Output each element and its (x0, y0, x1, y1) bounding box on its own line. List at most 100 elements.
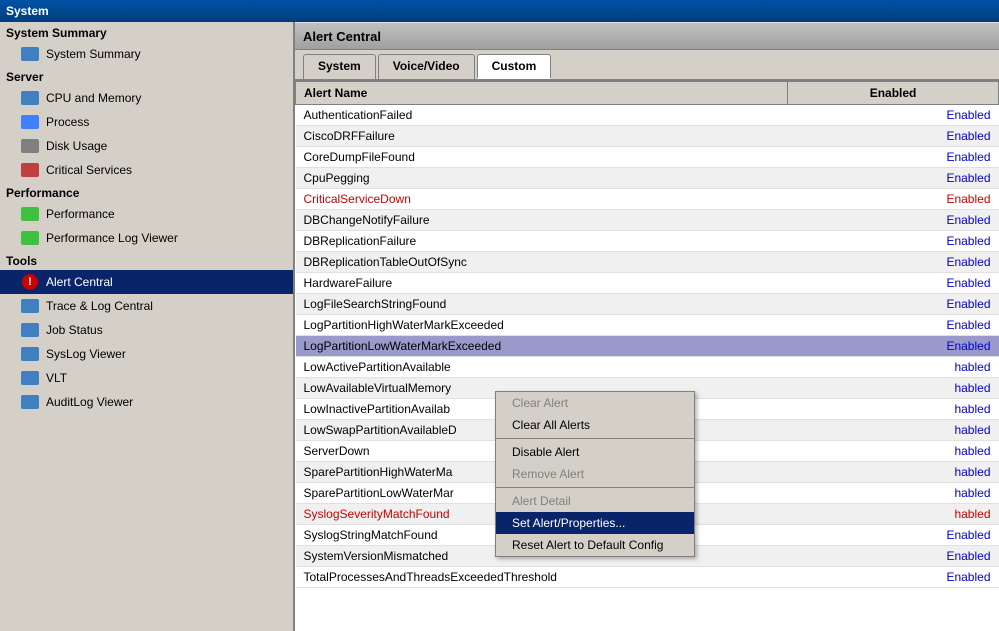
sidebar-item-label-system-summary: System Summary (46, 47, 141, 61)
alert-icon: ! (20, 272, 40, 292)
log-icon (20, 228, 40, 248)
sidebar-item-label-disk-usage: Disk Usage (46, 139, 107, 153)
table-row[interactable]: LogPartitionHighWaterMarkExceededEnabled (296, 315, 999, 336)
sidebar-item-performance-log[interactable]: Performance Log Viewer (0, 226, 293, 250)
alert-name-cell: HardwareFailure (296, 273, 788, 294)
sidebar-item-label-critical-services: Critical Services (46, 163, 132, 177)
sidebar-item-label-syslog-viewer: SysLog Viewer (46, 347, 126, 361)
alert-enabled-cell: Enabled (788, 567, 999, 588)
tab-custom[interactable]: Custom (477, 54, 552, 79)
main-layout: System Summary System Summary Server CPU an… (0, 22, 999, 631)
sidebar-item-process[interactable]: Process (0, 110, 293, 134)
alert-enabled-cell: habled (788, 357, 999, 378)
sidebar-item-auditlog-viewer[interactable]: AuditLog Viewer (0, 390, 293, 414)
table-row[interactable]: TotalProcessesAndThreadsExceededThreshol… (296, 567, 999, 588)
context-menu-item-disable-alert[interactable]: Disable Alert (496, 441, 694, 463)
alert-name-cell: LowActivePartitionAvailable (296, 357, 788, 378)
table-row[interactable]: LogFileSearchStringFoundEnabled (296, 294, 999, 315)
alert-enabled-cell: Enabled (788, 126, 999, 147)
sidebar-item-label-performance: Performance (46, 207, 115, 221)
sidebar-item-cpu-memory[interactable]: CPU and Memory (0, 86, 293, 110)
table-row[interactable]: DBReplicationTableOutOfSyncEnabled (296, 252, 999, 273)
table-row[interactable]: AuthenticationFailedEnabled (296, 105, 999, 126)
sidebar-item-trace-log[interactable]: Trace & Log Central (0, 294, 293, 318)
sidebar-item-label-alert-central: Alert Central (46, 275, 113, 289)
alert-enabled-cell: habled (788, 378, 999, 399)
tab-system[interactable]: System (303, 54, 376, 79)
alert-name-cell: AuthenticationFailed (296, 105, 788, 126)
sidebar-item-syslog-viewer[interactable]: SysLog Viewer (0, 342, 293, 366)
alert-enabled-cell: habled (788, 462, 999, 483)
alert-name-cell: LogFileSearchStringFound (296, 294, 788, 315)
sidebar-item-label-auditlog-viewer: AuditLog Viewer (46, 395, 133, 409)
sidebar: System Summary System Summary Server CPU an… (0, 22, 295, 631)
table-row[interactable]: CpuPeggingEnabled (296, 168, 999, 189)
alert-enabled-cell: Enabled (788, 210, 999, 231)
alert-enabled-cell: Enabled (788, 189, 999, 210)
context-menu-item-alert-detail: Alert Detail (496, 490, 694, 512)
sidebar-item-label-cpu-memory: CPU and Memory (46, 91, 141, 105)
sidebar-item-disk-usage[interactable]: Disk Usage (0, 134, 293, 158)
tool-icon (20, 112, 40, 132)
table-container[interactable]: Alert Name Enabled AuthenticationFailedE… (295, 81, 999, 631)
table-row[interactable]: DBChangeNotifyFailureEnabled (296, 210, 999, 231)
alert-name-cell: LogPartitionHighWaterMarkExceeded (296, 315, 788, 336)
alert-enabled-cell: Enabled (788, 147, 999, 168)
sidebar-item-vlt[interactable]: VLT (0, 366, 293, 390)
title-bar-label: System (6, 4, 49, 18)
summary-icon (20, 44, 40, 64)
sidebar-section-server: Server (0, 66, 293, 86)
context-menu-item-clear-all-alerts[interactable]: Clear All Alerts (496, 414, 694, 436)
alert-enabled-cell: habled (788, 483, 999, 504)
title-bar: System (0, 0, 999, 22)
sidebar-item-label-process: Process (46, 115, 89, 129)
sidebar-item-label-trace-log: Trace & Log Central (46, 299, 153, 313)
alert-enabled-cell: Enabled (788, 231, 999, 252)
context-menu-divider (496, 487, 694, 488)
alert-name-cell: DBReplicationFailure (296, 231, 788, 252)
alert-enabled-cell: habled (788, 441, 999, 462)
alert-name-cell: CpuPegging (296, 168, 788, 189)
alert-enabled-cell: Enabled (788, 546, 999, 567)
context-menu-item-set-alert-properties[interactable]: Set Alert/Properties... (496, 512, 694, 534)
alert-enabled-cell: habled (788, 399, 999, 420)
alert-name-cell: DBChangeNotifyFailure (296, 210, 788, 231)
crit-icon (20, 160, 40, 180)
alert-enabled-cell: Enabled (788, 273, 999, 294)
context-menu-item-reset-alert[interactable]: Reset Alert to Default Config (496, 534, 694, 556)
table-header: Alert Name Enabled (296, 82, 999, 105)
sidebar-section-system-summary: System Summary (0, 22, 293, 42)
content-area: Alert Central SystemVoice/VideoCustom Al… (295, 22, 999, 631)
alert-enabled-cell: Enabled (788, 294, 999, 315)
sidebar-item-label-performance-log: Performance Log Viewer (46, 231, 178, 245)
context-menu-item-remove-alert: Remove Alert (496, 463, 694, 485)
alert-enabled-cell: habled (788, 420, 999, 441)
alert-enabled-cell: habled (788, 504, 999, 525)
table-row[interactable]: LowActivePartitionAvailablehabled (296, 357, 999, 378)
alert-enabled-cell: Enabled (788, 105, 999, 126)
sidebar-section-performance: Performance (0, 182, 293, 202)
table-row[interactable]: LogPartitionLowWaterMarkExceededEnabled (296, 336, 999, 357)
sidebar-item-performance[interactable]: Performance (0, 202, 293, 226)
sidebar-item-system-summary[interactable]: System Summary (0, 42, 293, 66)
sidebar-item-alert-central[interactable]: ! Alert Central (0, 270, 293, 294)
sidebar-section-tools: Tools (0, 250, 293, 270)
alert-name-cell: CoreDumpFileFound (296, 147, 788, 168)
tab-voice-video[interactable]: Voice/Video (378, 54, 475, 79)
syslog-icon (20, 344, 40, 364)
alert-name-cell: CriticalServiceDown (296, 189, 788, 210)
alert-enabled-cell: Enabled (788, 252, 999, 273)
sidebar-item-critical-services[interactable]: Critical Services (0, 158, 293, 182)
col-alert-name: Alert Name (296, 82, 788, 105)
table-row[interactable]: CriticalServiceDownEnabled (296, 189, 999, 210)
context-menu-item-clear-alert: Clear Alert (496, 392, 694, 414)
alert-enabled-cell: Enabled (788, 168, 999, 189)
context-menu: Clear AlertClear All Alerts Disable Alert… (495, 391, 695, 557)
sidebar-item-job-status[interactable]: Job Status (0, 318, 293, 342)
table-row[interactable]: HardwareFailureEnabled (296, 273, 999, 294)
col-enabled: Enabled (788, 82, 999, 105)
table-row[interactable]: CoreDumpFileFoundEnabled (296, 147, 999, 168)
table-row[interactable]: DBReplicationFailureEnabled (296, 231, 999, 252)
table-row[interactable]: CiscoDRFFailureEnabled (296, 126, 999, 147)
sidebar-item-label-job-status: Job Status (46, 323, 103, 337)
